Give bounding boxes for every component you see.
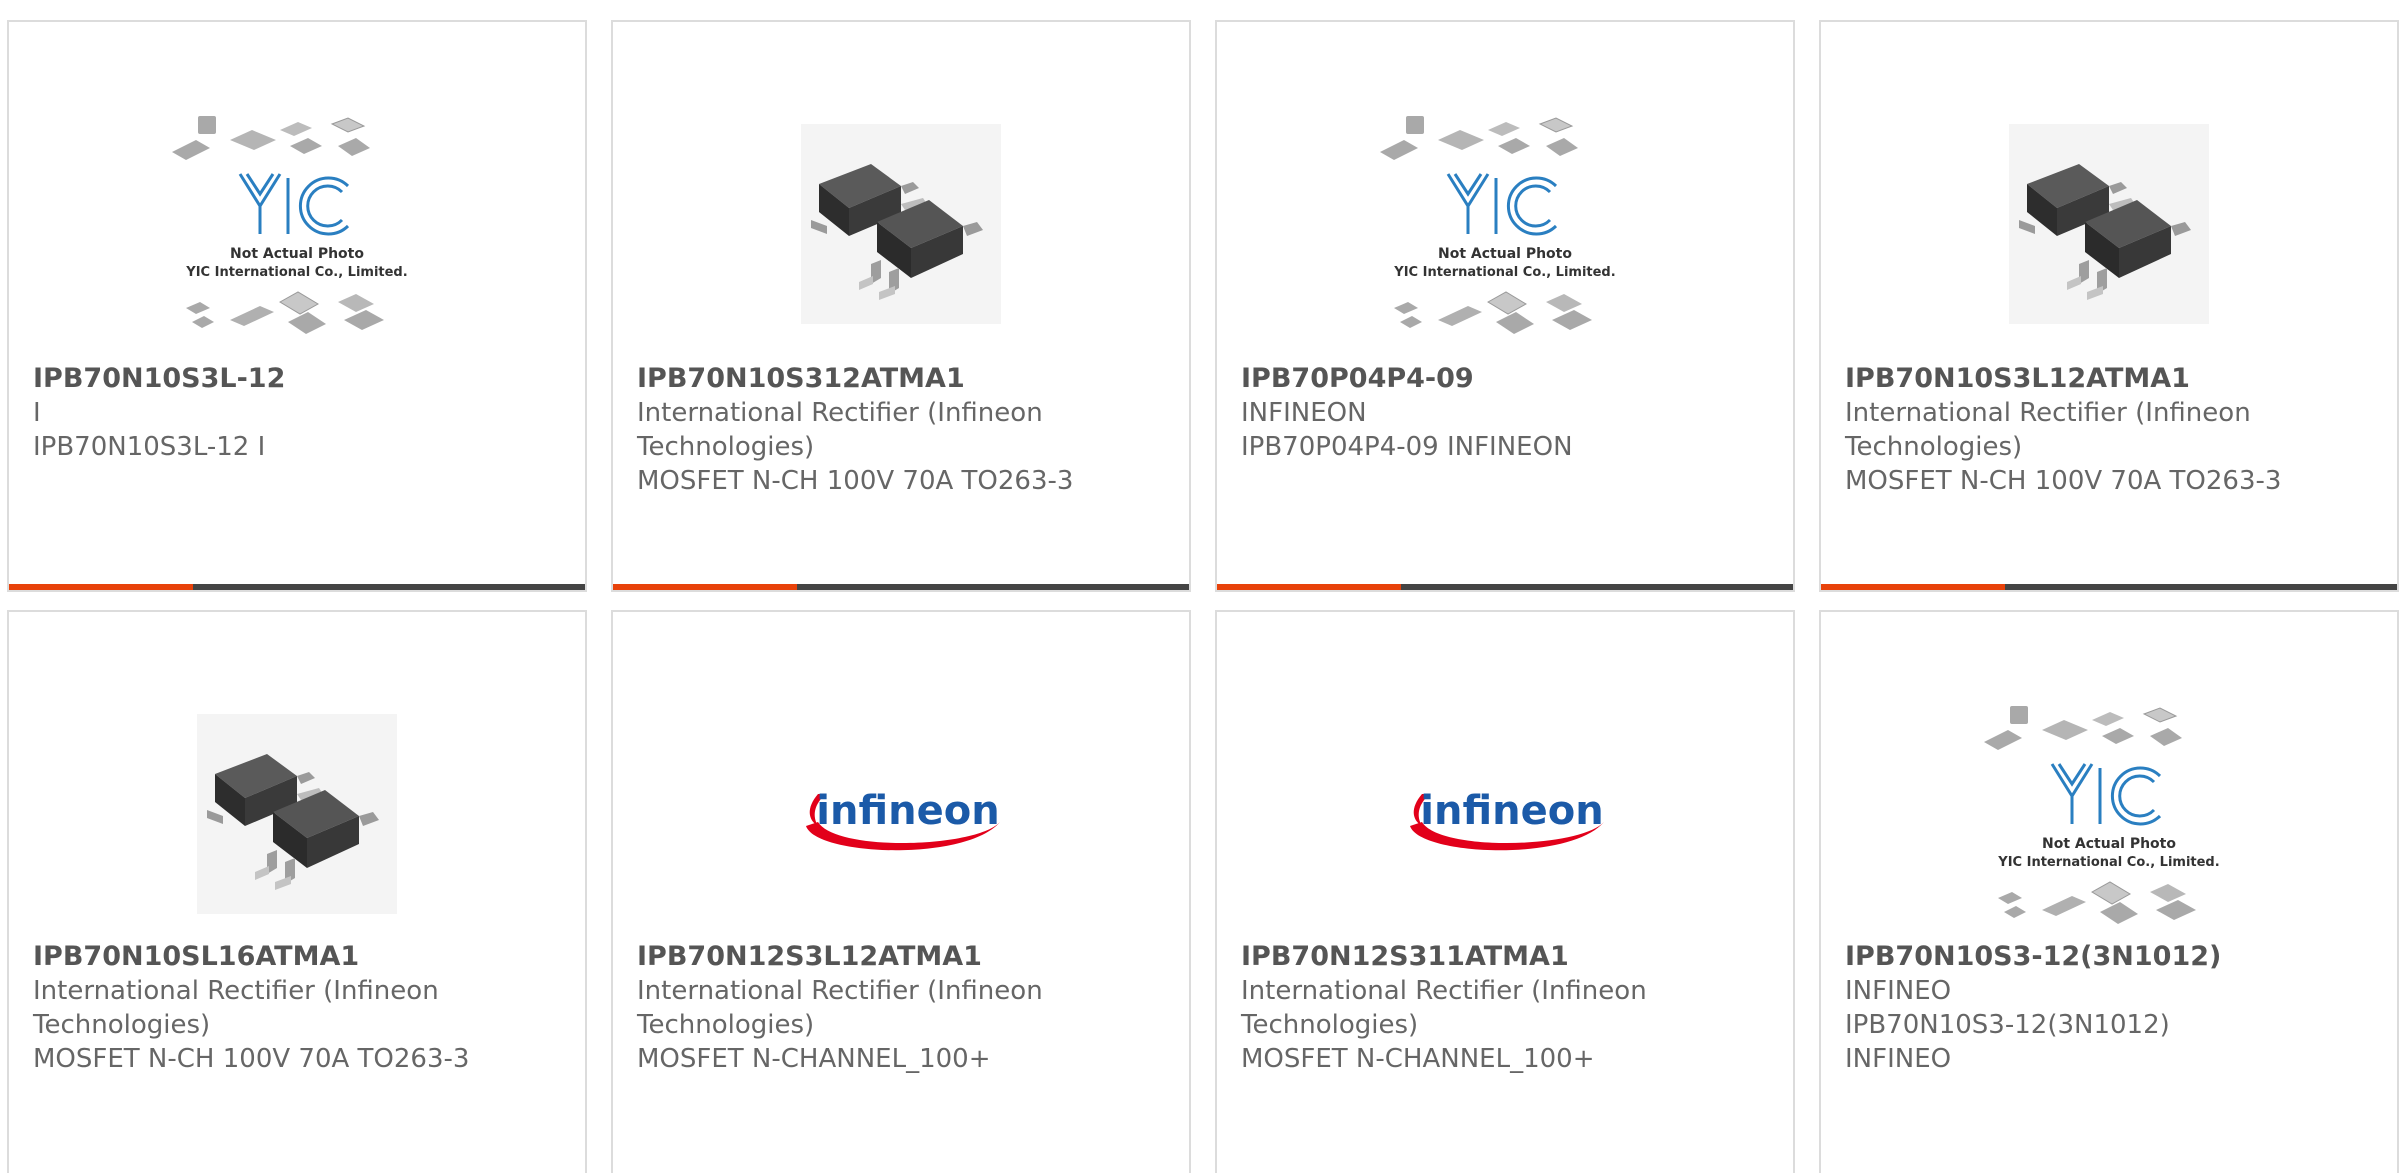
product-card[interactable]: Not Actual Photo YIC International Co., … <box>1215 20 1795 592</box>
product-description: IPB70P04P4-09 INFINEON <box>1241 432 1573 462</box>
placeholder-caption-2: YIC International Co., Limited. <box>1997 855 2219 870</box>
product-manufacturer: Technologies) <box>1845 432 2023 462</box>
product-description: MOSFET N-CHANNEL_100+ <box>1241 1044 1595 1074</box>
product-info: IPB70N12S311ATMA1 International Rectifier… <box>1241 940 1777 1076</box>
product-info: IPB70N12S3L12ATMA1 International Rectifie… <box>637 940 1173 1076</box>
product-description: MOSFET N-CH 100V 70A TO263-3 <box>637 466 1074 496</box>
product-grid: Not Actual Photo YIC International Co., … <box>0 0 2400 1173</box>
product-manufacturer: International Rectifier (Infineon <box>637 976 1043 1006</box>
mosfet-package-image <box>197 714 397 914</box>
card-accent-segment <box>613 584 797 590</box>
product-card[interactable]: Not Actual Photo YIC International Co., … <box>7 20 587 592</box>
product-manufacturer: International Rectifier (Infineon <box>1845 398 2251 428</box>
product-part-number-link[interactable]: IPB70P04P4-09 <box>1241 362 1777 396</box>
product-part-number-link[interactable]: IPB70N10S3-12(3N1012) <box>1845 940 2381 974</box>
card-accent-segment <box>1217 584 1401 590</box>
product-thumbnail[interactable]: infineon <box>1217 664 1793 964</box>
product-info: IPB70N10S3L12ATMA1 International Rectifie… <box>1845 362 2381 498</box>
product-description: INFINEO <box>1845 1044 1952 1074</box>
infineon-wordmark: infineon <box>816 788 999 834</box>
product-thumbnail[interactable]: Not Actual Photo YIC International Co., … <box>1821 664 2397 964</box>
product-manufacturer: INFINEO <box>1845 976 1952 1006</box>
placeholder-caption-1: Not Actual Photo <box>230 246 364 262</box>
product-info: IPB70N10S3L-12 I IPB70N10S3L-12 I <box>33 362 569 464</box>
product-manufacturer: INFINEON <box>1241 398 1367 428</box>
product-manufacturer: Technologies) <box>637 1010 815 1040</box>
product-manufacturer: I <box>33 398 41 428</box>
infineon-logo: infineon <box>1410 788 1604 851</box>
product-manufacturer: International Rectifier (Infineon <box>1241 976 1647 1006</box>
card-accent-bar <box>9 584 585 590</box>
product-manufacturer: International Rectifier (Infineon <box>637 398 1043 428</box>
infineon-wordmark: infineon <box>1420 788 1603 834</box>
placeholder-image: Not Actual Photo YIC International Co., … <box>172 116 408 334</box>
product-card[interactable]: IPB70N10S3L12ATMA1 International Rectifie… <box>1819 20 2399 592</box>
card-accent-segment <box>9 584 193 590</box>
product-part-number-link[interactable]: IPB70N10S3L12ATMA1 <box>1845 362 2381 396</box>
product-card[interactable]: infineon IPB70N12S311ATMA1 International … <box>1215 610 1795 1173</box>
product-card[interactable]: IPB70N10S312ATMA1 International Rectifier… <box>611 20 1191 592</box>
product-card[interactable]: infineon IPB70N12S3L12ATMA1 International… <box>611 610 1191 1173</box>
placeholder-caption-1: Not Actual Photo <box>2042 836 2176 852</box>
product-manufacturer: Technologies) <box>33 1010 211 1040</box>
product-description: MOSFET N-CHANNEL_100+ <box>637 1044 991 1074</box>
product-info: IPB70P04P4-09 INFINEON IPB70P04P4-09 INFIN… <box>1241 362 1777 464</box>
product-info: IPB70N10S312ATMA1 International Rectifier… <box>637 362 1173 498</box>
placeholder-caption-1: Not Actual Photo <box>1438 246 1572 262</box>
product-manufacturer: Technologies) <box>637 432 815 462</box>
infineon-logo: infineon <box>806 788 1000 851</box>
product-card[interactable]: IPB70N10SL16ATMA1 International Rectifier… <box>7 610 587 1173</box>
placeholder-image: Not Actual Photo YIC International Co., … <box>1380 116 1616 334</box>
card-accent-bar <box>613 584 1189 590</box>
placeholder-image: Not Actual Photo YIC International Co., … <box>1984 706 2220 924</box>
placeholder-caption-2: YIC International Co., Limited. <box>185 265 407 280</box>
mosfet-package-image <box>2009 124 2209 324</box>
product-part-number-link[interactable]: IPB70N12S3L12ATMA1 <box>637 940 1173 974</box>
card-accent-bar <box>1821 584 2397 590</box>
product-manufacturer: International Rectifier (Infineon <box>33 976 439 1006</box>
product-manufacturer: Technologies) <box>1241 1010 1419 1040</box>
product-card[interactable]: Not Actual Photo YIC International Co., … <box>1819 610 2399 1173</box>
product-part-number-link[interactable]: IPB70N10S3L-12 <box>33 362 569 396</box>
product-part-number-link[interactable]: IPB70N10SL16ATMA1 <box>33 940 569 974</box>
product-thumbnail[interactable] <box>613 74 1189 374</box>
product-thumbnail[interactable] <box>9 664 585 964</box>
product-manufacturer: IPB70N10S3-12(3N1012) <box>1845 1010 2170 1040</box>
product-thumbnail[interactable]: Not Actual Photo YIC International Co., … <box>9 74 585 374</box>
product-thumbnail[interactable]: infineon <box>613 664 1189 964</box>
product-description: MOSFET N-CH 100V 70A TO263-3 <box>33 1044 470 1074</box>
product-description: IPB70N10S3L-12 I <box>33 432 266 462</box>
card-accent-bar <box>1217 584 1793 590</box>
product-part-number-link[interactable]: IPB70N10S312ATMA1 <box>637 362 1173 396</box>
mosfet-package-image <box>801 124 1001 324</box>
product-description: MOSFET N-CH 100V 70A TO263-3 <box>1845 466 2282 496</box>
product-info: IPB70N10S3-12(3N1012) INFINEO IPB70N10S3-1… <box>1845 940 2381 1076</box>
product-info: IPB70N10SL16ATMA1 International Rectifier… <box>33 940 569 1076</box>
placeholder-caption-2: YIC International Co., Limited. <box>1393 265 1615 280</box>
product-thumbnail[interactable]: Not Actual Photo YIC International Co., … <box>1217 74 1793 374</box>
card-accent-segment <box>1821 584 2005 590</box>
product-thumbnail[interactable] <box>1821 74 2397 374</box>
product-part-number-link[interactable]: IPB70N12S311ATMA1 <box>1241 940 1777 974</box>
